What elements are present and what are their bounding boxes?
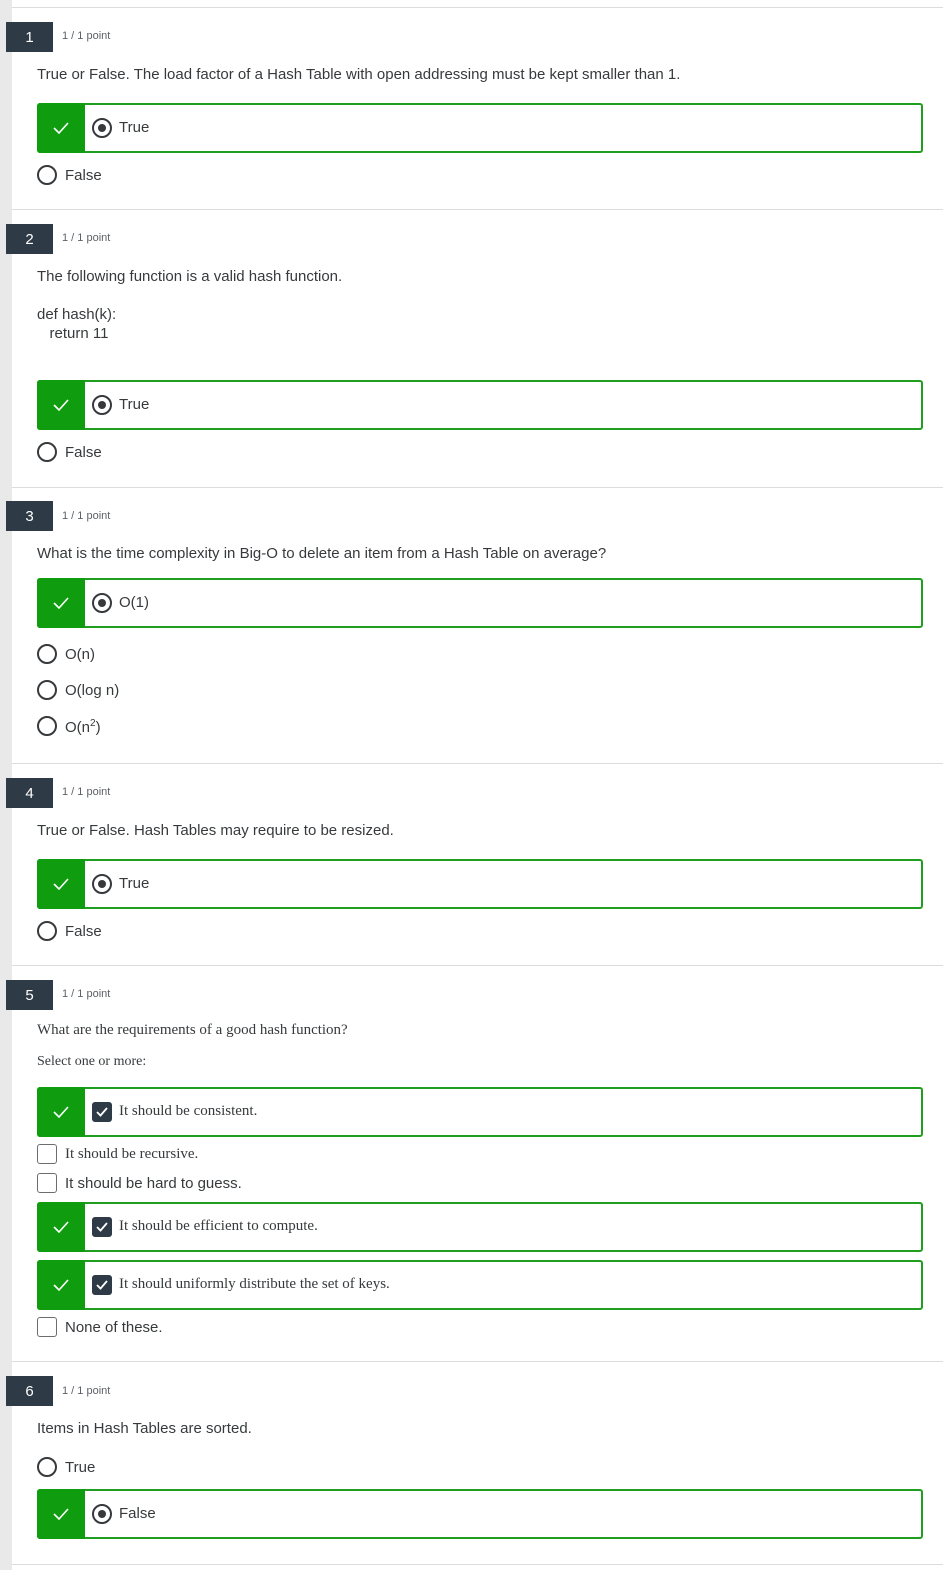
correct-indicator bbox=[37, 578, 85, 628]
option-label: False bbox=[65, 923, 102, 940]
correct-indicator bbox=[37, 859, 85, 909]
question-number-badge: 1 bbox=[6, 22, 53, 52]
option-label: It should uniformly distribute the set o… bbox=[119, 1276, 390, 1292]
question-points: 1 / 1 point bbox=[62, 232, 111, 244]
option-label: It should be hard to guess. bbox=[65, 1175, 242, 1192]
question-number-badge: 6 bbox=[6, 1376, 53, 1406]
question-divider bbox=[12, 487, 943, 488]
option-label: None of these. bbox=[65, 1319, 163, 1336]
answer-option-correct[interactable]: True bbox=[37, 380, 923, 430]
question-text: What is the time complexity in Big-O to … bbox=[37, 545, 607, 562]
question-text: What are the requirements of a good hash… bbox=[37, 1022, 348, 1038]
check-icon bbox=[53, 878, 69, 890]
question-points: 1 / 1 point bbox=[62, 30, 111, 42]
answer-option-correct[interactable]: True bbox=[37, 859, 923, 909]
question-points: 1 / 1 point bbox=[62, 786, 111, 798]
radio-icon[interactable] bbox=[37, 921, 57, 941]
answer-option-correct[interactable]: It should be consistent. bbox=[37, 1087, 923, 1137]
correct-indicator bbox=[37, 380, 85, 430]
question-number-badge: 4 bbox=[6, 778, 53, 808]
radio-selected-icon[interactable] bbox=[92, 874, 112, 894]
checkbox-icon[interactable] bbox=[37, 1144, 57, 1164]
correct-indicator bbox=[37, 1260, 85, 1310]
check-icon bbox=[53, 1106, 69, 1118]
option-label: O(1) bbox=[119, 594, 149, 611]
radio-selected-icon[interactable] bbox=[92, 118, 112, 138]
option-label: True bbox=[65, 1459, 96, 1476]
radio-icon[interactable] bbox=[37, 1457, 57, 1477]
check-icon bbox=[53, 1279, 69, 1291]
question-points: 1 / 1 point bbox=[62, 510, 111, 522]
answer-option-correct[interactable]: O(1) bbox=[37, 578, 923, 628]
question-divider bbox=[12, 1361, 943, 1362]
option-label: False bbox=[65, 167, 102, 184]
question-text: True or False. Hash Tables may require t… bbox=[37, 822, 394, 839]
option-label: It should be recursive. bbox=[65, 1146, 199, 1162]
option-label: False bbox=[65, 444, 102, 461]
correct-indicator bbox=[37, 1489, 85, 1539]
code-snippet: def hash(k): return 11 bbox=[37, 306, 117, 342]
option-label: False bbox=[119, 1505, 156, 1522]
radio-selected-icon[interactable] bbox=[92, 593, 112, 613]
question-points: 1 / 1 point bbox=[62, 988, 111, 1000]
option-label: It should be efficient to compute. bbox=[119, 1218, 318, 1234]
question-number-badge: 3 bbox=[6, 501, 53, 531]
question-number-badge: 2 bbox=[6, 224, 53, 254]
option-label: True bbox=[119, 119, 150, 136]
question-text: The following function is a valid hash f… bbox=[37, 268, 343, 285]
correct-indicator bbox=[37, 1202, 85, 1252]
question-divider bbox=[12, 763, 943, 764]
option-label: O(n2) bbox=[65, 718, 101, 736]
check-icon bbox=[53, 597, 69, 609]
answer-option-correct[interactable]: It should be efficient to compute. bbox=[37, 1202, 923, 1252]
checkbox-checked-icon[interactable] bbox=[92, 1275, 112, 1295]
question-divider bbox=[12, 1564, 943, 1565]
option-label: True bbox=[119, 396, 150, 413]
question-text: Items in Hash Tables are sorted. bbox=[37, 1420, 252, 1437]
check-icon bbox=[53, 399, 69, 411]
option-label: O(log n) bbox=[65, 682, 120, 699]
question-instruction: Select one or more: bbox=[37, 1054, 147, 1069]
checkbox-icon[interactable] bbox=[37, 1317, 57, 1337]
radio-icon[interactable] bbox=[37, 442, 57, 462]
radio-icon[interactable] bbox=[37, 680, 57, 700]
option-label: O(n) bbox=[65, 646, 95, 663]
option-label: It should be consistent. bbox=[119, 1103, 258, 1119]
answer-option-correct[interactable]: It should uniformly distribute the set o… bbox=[37, 1260, 923, 1310]
question-points: 1 / 1 point bbox=[62, 1385, 111, 1397]
correct-indicator bbox=[37, 103, 85, 153]
radio-selected-icon[interactable] bbox=[92, 395, 112, 415]
radio-icon[interactable] bbox=[37, 644, 57, 664]
question-divider bbox=[12, 209, 943, 210]
answer-option-correct[interactable]: False bbox=[37, 1489, 923, 1539]
question-divider bbox=[12, 965, 943, 966]
check-icon bbox=[53, 122, 69, 134]
radio-selected-icon[interactable] bbox=[92, 1504, 112, 1524]
question-text: True or False. The load factor of a Hash… bbox=[37, 66, 681, 83]
option-label: True bbox=[119, 875, 150, 892]
checkbox-checked-icon[interactable] bbox=[92, 1102, 112, 1122]
question-number-badge: 5 bbox=[6, 980, 53, 1010]
answer-option-correct[interactable]: True bbox=[37, 103, 923, 153]
checkbox-icon[interactable] bbox=[37, 1173, 57, 1193]
check-icon bbox=[53, 1221, 69, 1233]
checkbox-checked-icon[interactable] bbox=[92, 1217, 112, 1237]
radio-icon[interactable] bbox=[37, 165, 57, 185]
radio-icon[interactable] bbox=[37, 716, 57, 736]
question-divider bbox=[12, 7, 943, 8]
correct-indicator bbox=[37, 1087, 85, 1137]
check-icon bbox=[53, 1508, 69, 1520]
